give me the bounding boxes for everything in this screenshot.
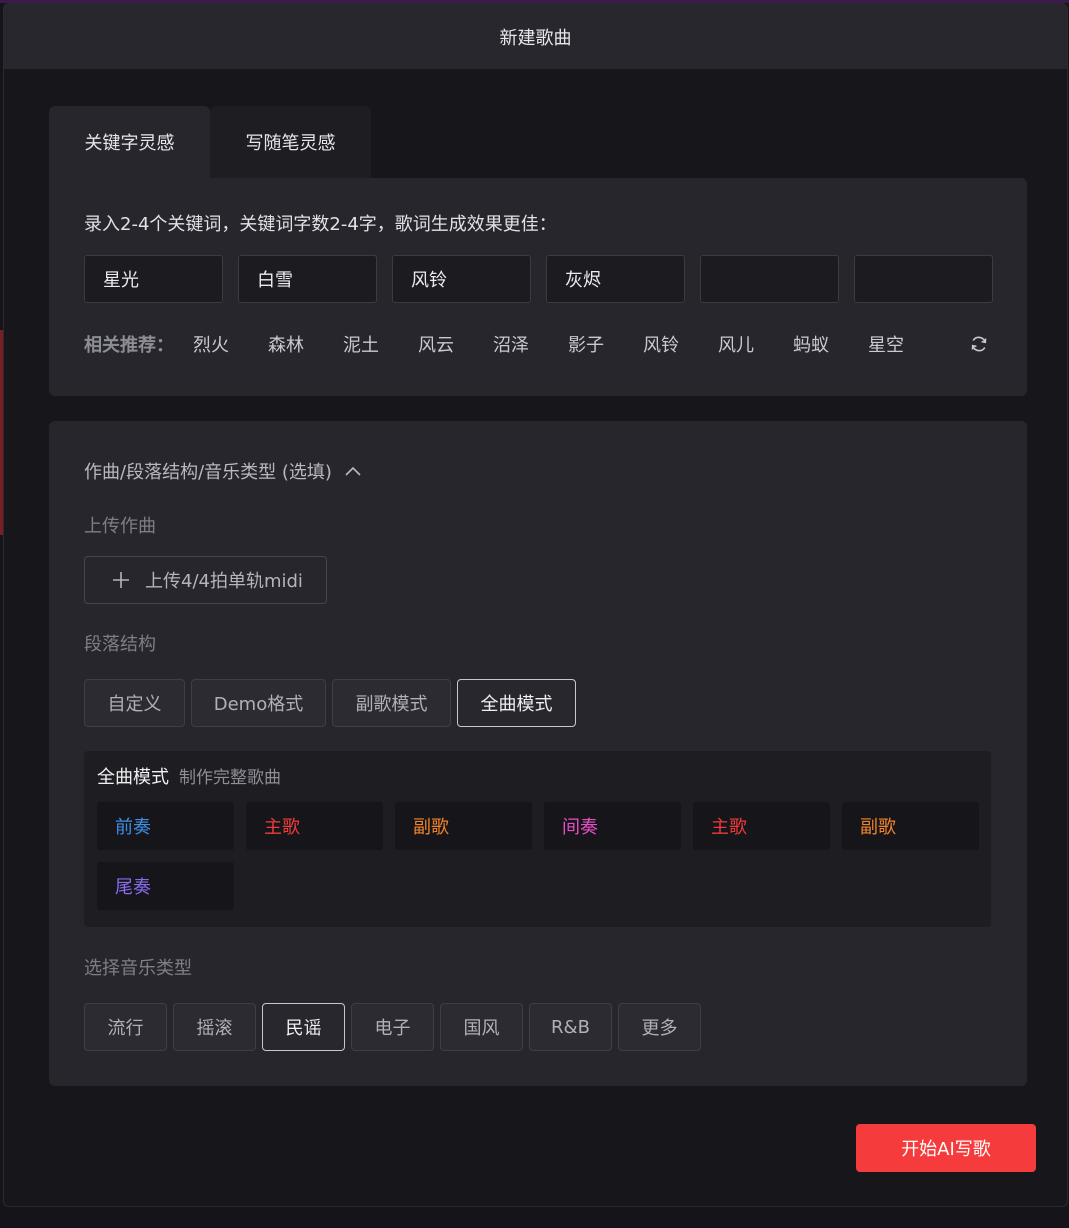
keyword-input-6[interactable] [854,255,993,303]
options-title: 作曲/段落结构/音乐类型 (选填) [84,462,332,483]
genre-folk[interactable]: 民谣 [262,1003,345,1051]
recommend-item[interactable]: 森林 [268,331,343,357]
structure-part: 间奏 [544,802,681,850]
modal-title: 新建歌曲 [499,27,572,49]
structure-part: 主歌 [246,802,383,850]
recommend-item[interactable]: 烈火 [193,331,268,357]
keyword-input-1[interactable]: 星光 [84,255,223,303]
structure-part: 副歌 [842,802,979,850]
refresh-icon[interactable] [969,334,989,354]
structure-part: 副歌 [395,802,532,850]
keyword-card: 录入2-4个关键词，关键词字数2-4字，歌词生成效果更佳： 星光 白雪 风铃 灰… [49,178,1027,396]
new-song-modal: 新建歌曲 关键字灵感 写随笔灵感 录入2-4个关键词，关键词字数2-4字，歌词生… [3,3,1068,1207]
inspiration-tabs: 关键字灵感 写随笔灵感 [49,106,371,178]
keyword-input-5[interactable] [700,255,839,303]
structure-mode-custom[interactable]: 自定义 [84,679,185,727]
structure-preview: 全曲模式 制作完整歌曲 前奏 主歌 副歌 间奏 主歌 副歌 尾奏 [84,751,991,927]
recommend-item[interactable]: 泥土 [343,331,418,357]
genre-rock[interactable]: 摇滚 [173,1003,256,1051]
keyword-input-3[interactable]: 风铃 [392,255,531,303]
genre-label: 选择音乐类型 [84,958,192,979]
recommend-item[interactable]: 蚂蚁 [793,331,868,357]
modal-header: 新建歌曲 [4,4,1067,69]
genre-chinese-style[interactable]: 国风 [440,1003,523,1051]
recommend-item[interactable]: 风云 [418,331,493,357]
keyword-input-4[interactable]: 灰烬 [546,255,685,303]
genre-pop[interactable]: 流行 [84,1003,167,1051]
recommend-row: 相关推荐： 烈火 森林 泥土 风云 沼泽 影子 风铃 风儿 蚂蚁 星空 [84,331,943,357]
upload-label: 上传作曲 [84,516,156,537]
recommend-item[interactable]: 影子 [568,331,643,357]
structure-part: 尾奏 [97,862,234,910]
recommend-label: 相关推荐： [84,335,174,356]
tab-keyword-inspiration[interactable]: 关键字灵感 [49,106,210,178]
structure-mode-chorus[interactable]: 副歌模式 [332,679,451,727]
structure-parts: 前奏 主歌 副歌 间奏 主歌 副歌 尾奏 [97,802,987,910]
genre-electronic[interactable]: 电子 [351,1003,434,1051]
genre-options: 流行 摇滚 民谣 电子 国风 R&B 更多 [84,1003,701,1051]
recommend-item[interactable]: 风铃 [643,331,718,357]
recommend-item[interactable]: 沼泽 [493,331,568,357]
options-toggle[interactable]: 作曲/段落结构/音乐类型 (选填) [84,458,362,484]
chevron-up-icon [345,466,361,476]
plus-icon [113,572,129,588]
structure-mode-demo[interactable]: Demo格式 [191,679,326,727]
structure-mode-name: 全曲模式 [97,767,169,788]
keyword-inputs: 星光 白雪 风铃 灰烬 [84,255,993,303]
upload-button-label: 上传4/4拍单轨midi [145,571,303,592]
structure-mode-desc: 制作完整歌曲 [179,768,281,788]
start-ai-write-button[interactable]: 开始AI写歌 [856,1124,1036,1172]
structure-modes: 自定义 Demo格式 副歌模式 全曲模式 [84,679,576,727]
structure-part: 主歌 [693,802,830,850]
genre-rnb[interactable]: R&B [529,1003,612,1051]
structure-mode-full[interactable]: 全曲模式 [457,679,576,727]
structure-part: 前奏 [97,802,234,850]
structure-label: 段落结构 [84,634,156,655]
keyword-input-2[interactable]: 白雪 [238,255,377,303]
genre-more[interactable]: 更多 [618,1003,701,1051]
options-card: 作曲/段落结构/音乐类型 (选填) 上传作曲 上传4/4拍单轨midi 段落结构… [49,421,1027,1086]
tab-essay-inspiration[interactable]: 写随笔灵感 [210,106,371,178]
structure-preview-title: 全曲模式 制作完整歌曲 [97,763,281,789]
recommend-item[interactable]: 风儿 [718,331,793,357]
recommend-item[interactable]: 星空 [868,331,943,357]
upload-midi-button[interactable]: 上传4/4拍单轨midi [84,556,327,604]
keyword-hint: 录入2-4个关键词，关键词字数2-4字，歌词生成效果更佳： [84,214,557,235]
